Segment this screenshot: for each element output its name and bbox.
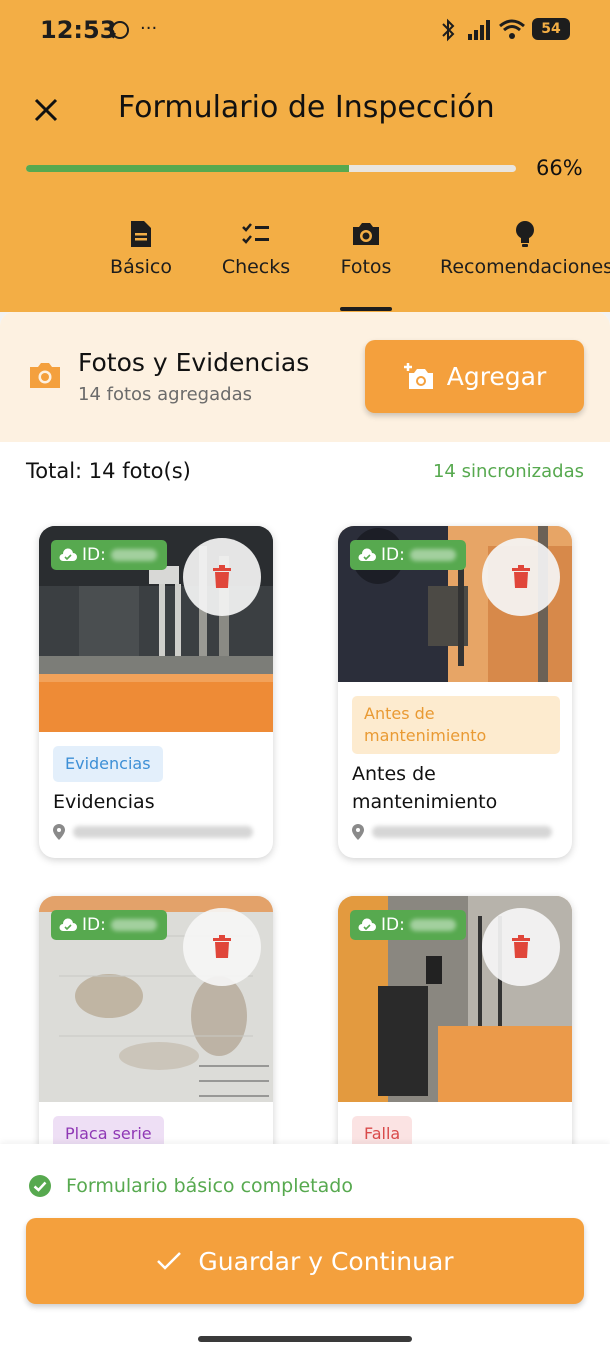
footer-bar: Formulario básico completado Guardar y C… [0,1144,610,1356]
document-icon [104,216,178,252]
location-pin-icon [352,824,364,840]
battery-indicator: 54 [532,18,570,40]
delete-photo-button[interactable] [183,538,261,616]
photo-card[interactable]: ID: Evidencias Evidencias [39,526,273,858]
id-value-redacted [110,549,157,561]
photos-synced: 14 sincronizadas [432,461,584,482]
page-title: Formulario de Inspección [118,90,495,125]
cloud-done-icon [59,548,77,561]
location-redacted [372,826,552,838]
more-notifications-icon: ··· [140,18,158,39]
progress-fill [26,165,350,172]
sync-id-badge: ID: [51,540,167,570]
location-pin-icon [53,824,65,840]
checklist-icon [218,216,294,252]
photo-title: Evidencias [53,791,155,813]
id-prefix: ID: [82,545,106,565]
cloud-done-icon [358,548,376,561]
sync-id-badge: ID: [51,910,167,940]
id-prefix: ID: [381,545,405,565]
camera-icon [28,360,62,394]
bluetooth-icon [438,18,458,46]
progress-label: 66% [536,156,583,180]
photos-section-header: Fotos y Evidencias 14 fotos agregadas Ag… [0,312,610,442]
app-header: 12:53 ··· 54 Formulario de Inspección 66… [0,0,610,312]
trash-icon [512,935,530,958]
id-value-redacted [409,549,456,561]
tab-label: Básico [110,256,172,278]
close-button[interactable] [30,94,62,126]
status-bar: 12:53 ··· 54 [0,0,610,60]
signal-icon [466,20,492,44]
save-continue-label: Guardar y Continuar [198,1246,454,1276]
lightbulb-icon [440,216,610,252]
tab-label: Checks [221,256,291,278]
cloud-done-icon [358,918,376,931]
photo-title: Antes de mantenimiento [352,763,498,813]
status-time: 12:53 [40,16,117,44]
close-icon [34,98,58,122]
location-row [53,824,253,840]
photo-card[interactable]: ID: Antes de mantenimiento Antes de mant… [338,526,572,858]
trash-icon [512,565,530,588]
location-redacted [73,826,253,838]
sync-id-badge: ID: [350,910,466,940]
completion-status: Formulario básico completado [28,1174,353,1198]
cloud-done-icon [59,918,77,931]
category-chip: Antes de mantenimiento [352,696,560,754]
section-title: Fotos y Evidencias [78,348,310,377]
trash-icon [213,935,231,958]
delete-photo-button[interactable] [482,908,560,986]
check-circle-icon [29,1175,51,1197]
id-value-redacted [409,919,456,931]
sync-id-badge: ID: [350,540,466,570]
location-row [352,824,552,840]
whatsapp-icon [110,20,130,44]
id-prefix: ID: [381,915,405,935]
add-photo-label: Agregar [446,362,547,391]
photo-thumbnail[interactable]: ID: [39,896,273,1102]
tab-fotos[interactable]: Fotos [336,216,396,278]
active-tab-indicator [340,307,392,311]
tab-recomendaciones[interactable]: Recomendaciones [440,216,610,278]
camera-icon [336,216,396,252]
photo-thumbnail[interactable]: ID: [39,526,273,732]
tab-checks[interactable]: Checks [218,216,294,278]
delete-photo-button[interactable] [183,908,261,986]
tab-label: Recomendaciones [440,256,610,278]
wifi-icon [498,18,526,44]
tab-basico[interactable]: Básico [104,216,178,278]
home-indicator[interactable] [198,1336,412,1342]
photos-total: Total: 14 foto(s) [26,459,191,483]
photo-thumbnail[interactable]: ID: [338,526,572,682]
tab-label: Fotos [340,256,392,278]
id-prefix: ID: [82,915,106,935]
trash-icon [213,565,231,588]
id-value-redacted [110,919,157,931]
check-icon [157,1252,182,1270]
category-chip: Evidencias [53,746,163,782]
photo-thumbnail[interactable]: ID: [338,896,572,1102]
add-photo-button[interactable]: Agregar [365,340,584,413]
progress-bar [26,165,516,172]
save-continue-button[interactable]: Guardar y Continuar [26,1218,584,1304]
add-photo-icon [403,362,433,389]
delete-photo-button[interactable] [482,538,560,616]
section-subtitle: 14 fotos agregadas [78,384,252,405]
completion-text: Formulario básico completado [66,1175,353,1197]
